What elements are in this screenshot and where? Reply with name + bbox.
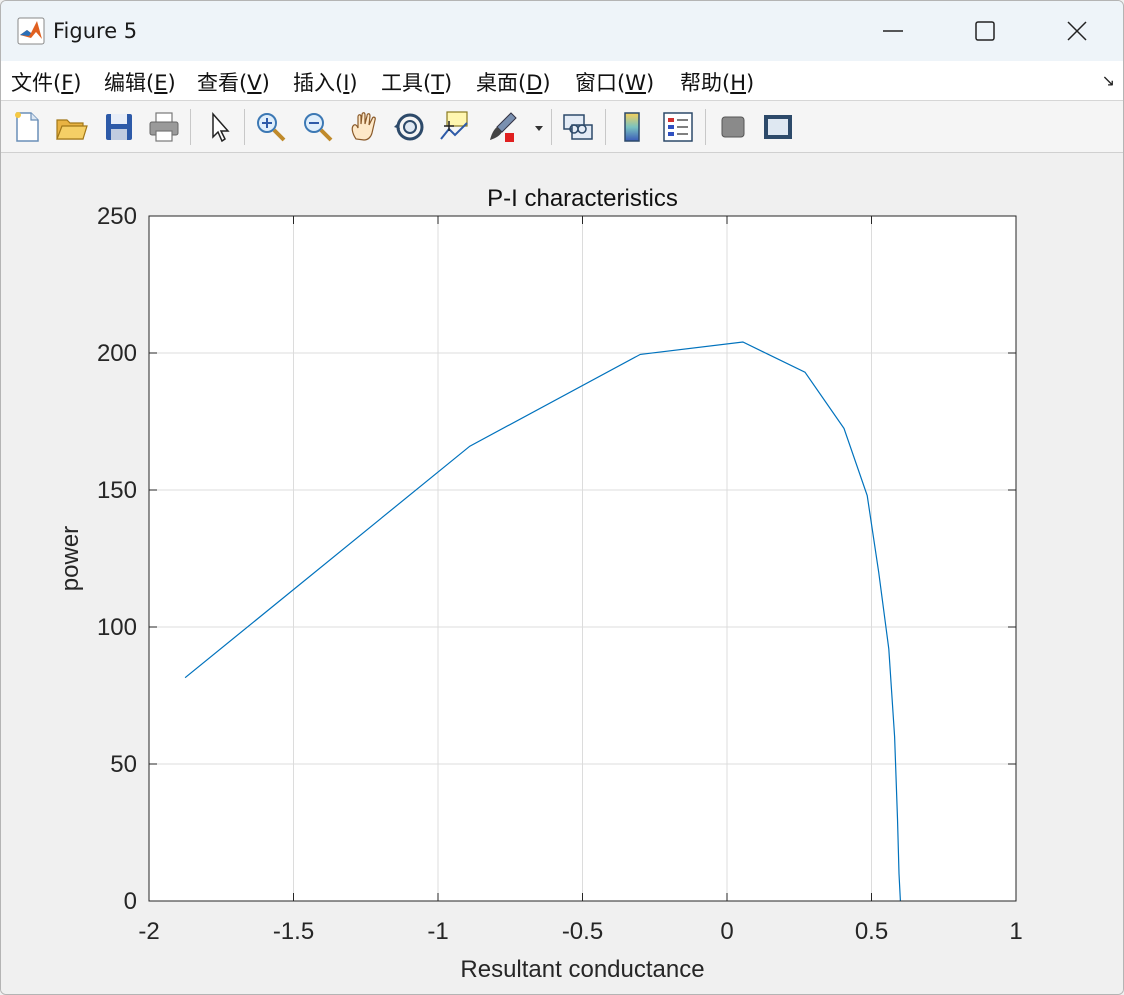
chart-title: P-I characteristics (487, 185, 678, 212)
x-tick-label: 1 (1009, 918, 1022, 945)
toolbar-separator (244, 109, 245, 145)
figure-toolbar (1, 101, 1123, 153)
toolbar-separator (190, 109, 191, 145)
brush-icon[interactable] (485, 109, 521, 145)
toolbar-separator (605, 109, 606, 145)
pan-hand-icon[interactable] (346, 109, 382, 145)
minimize-icon (883, 30, 903, 32)
colorbar-icon[interactable] (615, 109, 651, 145)
open-file-icon[interactable] (53, 109, 89, 145)
zoom-in-icon[interactable] (253, 109, 289, 145)
y-axis-label: power (57, 526, 84, 591)
toolbar-separator (705, 109, 706, 145)
pointer-icon[interactable] (201, 109, 237, 145)
window-title: Figure 5 (53, 19, 138, 43)
new-figure-icon[interactable] (9, 109, 45, 145)
y-tick-label: 200 (97, 340, 137, 367)
figure-window: Figure 5 文件(F) 编辑(E) 查看(V) 插入(I) 工具(T) 桌… (0, 0, 1124, 995)
x-axis-label: Resultant conductance (460, 956, 704, 983)
menu-desktop[interactable]: 桌面(D) (476, 67, 551, 97)
menu-window[interactable]: 窗口(W) (575, 67, 654, 97)
x-tick-label: 0.5 (855, 918, 888, 945)
menu-view[interactable]: 查看(V) (197, 67, 270, 97)
menu-file[interactable]: 文件(F) (11, 67, 82, 97)
y-tick-label: 100 (97, 614, 137, 641)
menu-insert[interactable]: 插入(I) (293, 67, 358, 97)
x-tick-labels: -2 -1.5 -1 -0.5 0 0.5 1 (138, 918, 1022, 945)
x-tick-label: -2 (138, 918, 159, 945)
maximize-icon (975, 21, 995, 41)
maximize-button[interactable] (939, 1, 1031, 61)
toolbar-separator (551, 109, 552, 145)
x-tick-label: 0 (720, 918, 733, 945)
y-tick-label: 0 (124, 888, 137, 915)
data-cursor-icon[interactable] (437, 109, 473, 145)
menu-expand-icon[interactable]: ↘ (1102, 71, 1115, 90)
menu-help[interactable]: 帮助(H) (680, 67, 754, 97)
zoom-out-icon[interactable] (300, 109, 336, 145)
matlab-logo-icon (17, 17, 45, 45)
hide-plot-tools-icon[interactable] (715, 109, 751, 145)
legend-icon[interactable] (660, 109, 696, 145)
rotate-3d-icon[interactable] (392, 109, 428, 145)
y-tick-label: 250 (97, 203, 137, 230)
menu-bar: 文件(F) 编辑(E) 查看(V) 插入(I) 工具(T) 桌面(D) 窗口(W… (1, 61, 1123, 101)
close-button[interactable] (1031, 1, 1123, 61)
chevron-down-icon[interactable] (533, 123, 545, 133)
save-icon[interactable] (101, 109, 137, 145)
menu-edit[interactable]: 编辑(E) (104, 67, 176, 97)
link-plot-icon[interactable] (560, 109, 596, 145)
x-tick-label: -1 (427, 918, 448, 945)
y-tick-label: 50 (110, 751, 137, 778)
show-plot-tools-icon[interactable] (760, 109, 796, 145)
title-bar[interactable]: Figure 5 (1, 1, 1123, 61)
close-icon (1067, 21, 1087, 41)
plot-canvas[interactable]: -2 -1.5 -1 -0.5 0 0.5 1 0 50 100 150 200 250 P-I ch… (1, 153, 1123, 994)
minimize-button[interactable] (847, 1, 939, 61)
y-tick-labels: 0 50 100 150 200 250 (97, 203, 137, 915)
figure-canvas[interactable]: -2 -1.5 -1 -0.5 0 0.5 1 0 50 100 150 200 250 P-I ch… (1, 153, 1123, 994)
menu-tools[interactable]: 工具(T) (381, 67, 452, 97)
x-tick-label: -0.5 (562, 918, 603, 945)
x-tick-label: -1.5 (273, 918, 314, 945)
y-tick-label: 150 (97, 477, 137, 504)
print-icon[interactable] (146, 109, 182, 145)
